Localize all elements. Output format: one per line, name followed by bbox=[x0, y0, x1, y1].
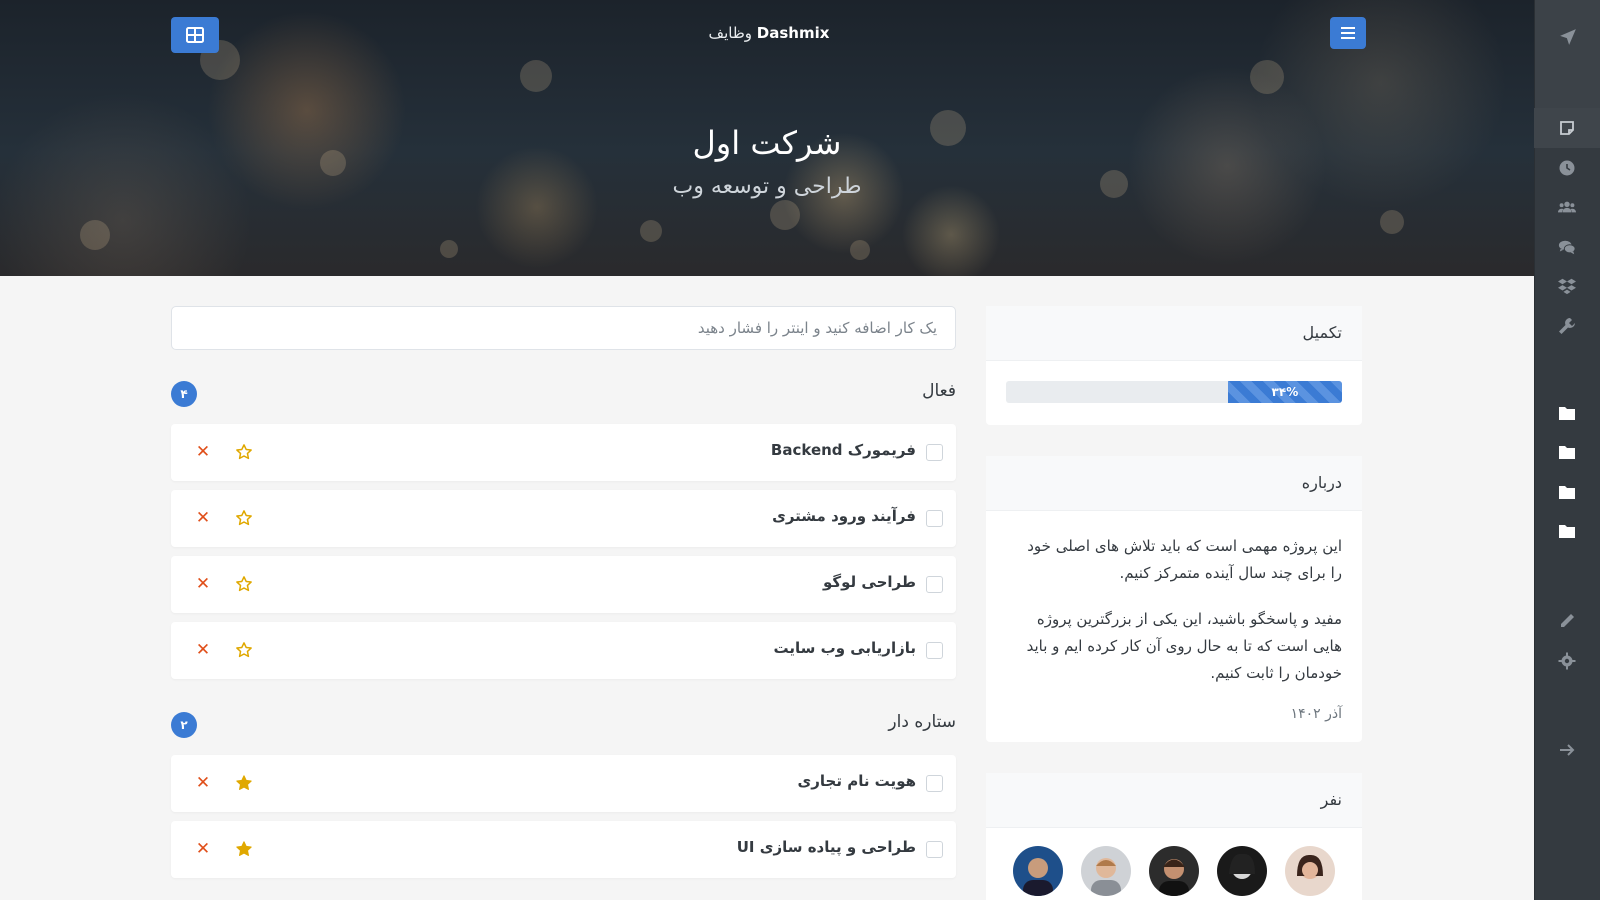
section-label: ستاره دار bbox=[888, 712, 956, 732]
avatar[interactable] bbox=[1081, 846, 1131, 896]
pencil-icon[interactable] bbox=[1556, 610, 1578, 632]
sidebar-toggle-button[interactable] bbox=[1330, 17, 1366, 49]
people-list bbox=[1006, 846, 1342, 896]
star-outline-icon[interactable] bbox=[233, 573, 255, 595]
task-name: فرآیند ورود مشتری bbox=[772, 507, 916, 525]
task-item: فریمورک Backend ✕ bbox=[171, 424, 956, 481]
star-filled-icon[interactable] bbox=[233, 772, 255, 794]
side-overlay-bar bbox=[1534, 0, 1600, 900]
close-icon[interactable]: ✕ bbox=[193, 639, 213, 661]
task-checkbox[interactable] bbox=[926, 510, 943, 527]
task-name: هویت نام تجاری bbox=[797, 772, 916, 790]
hero-header: وظایف Dashmix شرکت اول طراحی و توسعه وب bbox=[0, 0, 1534, 276]
task-name: طراحی لوگو bbox=[823, 573, 916, 591]
folder-icon[interactable] bbox=[1556, 402, 1578, 424]
task-item: طراحی و پیاده سازی UI ✕ bbox=[171, 821, 956, 878]
menu-icon bbox=[1341, 27, 1355, 39]
brand[interactable]: وظایف Dashmix bbox=[0, 24, 1534, 42]
about-date: آذر ۱۴۰۲ bbox=[1290, 706, 1342, 722]
card-header: تکمیل bbox=[986, 306, 1362, 361]
progress-card: تکمیل ۳۴% bbox=[986, 306, 1362, 425]
folder-icon[interactable] bbox=[1556, 441, 1578, 463]
task-name: بازاریابی وب سایت bbox=[773, 639, 917, 657]
sidebar-top bbox=[1535, 0, 1600, 108]
card-header: درباره bbox=[986, 456, 1362, 511]
note-icon[interactable] bbox=[1556, 117, 1578, 139]
about-paragraph: مفید و پاسخگو باشید، این یکی از بزرگترین… bbox=[1026, 610, 1342, 682]
task-item: هویت نام تجاری ✕ bbox=[171, 755, 956, 812]
task-checkbox[interactable] bbox=[926, 576, 943, 593]
main-content: فعال ۴ فریمورک Backend ✕ فرآیند ورود مشت… bbox=[0, 276, 1534, 900]
task-checkbox[interactable] bbox=[926, 642, 943, 659]
task-item: طراحی لوگو ✕ bbox=[171, 556, 956, 613]
page-title: شرکت اول bbox=[692, 124, 842, 162]
comments-icon[interactable] bbox=[1556, 236, 1578, 258]
avatar[interactable] bbox=[1013, 846, 1063, 896]
task-checkbox[interactable] bbox=[926, 775, 943, 792]
card-title: تکمیل bbox=[1302, 323, 1342, 342]
about-card: درباره این پروژه مهمی است که باید تلاش ه… bbox=[986, 456, 1362, 742]
task-name: طراحی و پیاده سازی UI bbox=[736, 838, 916, 856]
card-header: نفر bbox=[986, 773, 1362, 828]
location-arrow-icon[interactable] bbox=[1559, 28, 1577, 108]
close-icon[interactable]: ✕ bbox=[193, 507, 213, 529]
folder-icon[interactable] bbox=[1556, 481, 1578, 503]
page-subtitle: طراحی و توسعه وب bbox=[672, 174, 862, 199]
users-icon[interactable] bbox=[1556, 196, 1578, 218]
card-title: درباره bbox=[1301, 473, 1342, 492]
add-task-input[interactable] bbox=[171, 306, 956, 350]
count-badge: ۲ bbox=[171, 712, 197, 738]
task-checkbox[interactable] bbox=[926, 841, 943, 858]
section-label: فعال bbox=[922, 381, 956, 401]
close-icon[interactable]: ✕ bbox=[193, 838, 213, 860]
task-checkbox[interactable] bbox=[926, 444, 943, 461]
close-icon[interactable]: ✕ bbox=[193, 772, 213, 794]
dropbox-icon[interactable] bbox=[1556, 275, 1578, 297]
count-badge: ۴ bbox=[171, 381, 197, 407]
card-title: نفر bbox=[1320, 790, 1342, 809]
progress-fill: ۳۴% bbox=[1227, 381, 1342, 403]
star-outline-icon[interactable] bbox=[233, 441, 255, 463]
brand-bold: Dashmix bbox=[756, 24, 830, 42]
people-card: نفر bbox=[986, 773, 1362, 900]
clock-icon[interactable] bbox=[1556, 157, 1578, 179]
wrench-icon[interactable] bbox=[1556, 315, 1578, 337]
close-icon[interactable]: ✕ bbox=[193, 573, 213, 595]
star-filled-icon[interactable] bbox=[233, 838, 255, 860]
section-header-starred: ستاره دار ۲ bbox=[171, 709, 956, 739]
avatar[interactable] bbox=[1217, 846, 1267, 896]
section-header-active: فعال ۴ bbox=[171, 378, 956, 408]
task-item: بازاریابی وب سایت ✕ bbox=[171, 622, 956, 679]
star-outline-icon[interactable] bbox=[233, 639, 255, 661]
gear-icon[interactable] bbox=[1556, 650, 1578, 672]
about-paragraph: این پروژه مهمی است که باید تلاش های اصلی… bbox=[1027, 537, 1342, 582]
progress-bar: ۳۴% bbox=[1006, 381, 1342, 403]
avatar[interactable] bbox=[1149, 846, 1199, 896]
arrow-right-icon[interactable] bbox=[1556, 739, 1578, 761]
star-outline-icon[interactable] bbox=[233, 507, 255, 529]
close-icon[interactable]: ✕ bbox=[193, 441, 213, 463]
tasks-column: فعال ۴ فریمورک Backend ✕ فرآیند ورود مشت… bbox=[171, 306, 956, 887]
folder-icon[interactable] bbox=[1556, 520, 1578, 542]
avatar[interactable] bbox=[1285, 846, 1335, 896]
brand-light: وظایف bbox=[708, 24, 753, 42]
task-name: فریمورک Backend bbox=[770, 441, 916, 459]
info-column: تکمیل ۳۴% درباره این پروژه مهمی است که ب… bbox=[986, 306, 1362, 900]
task-item: فرآیند ورود مشتری ✕ bbox=[171, 490, 956, 547]
